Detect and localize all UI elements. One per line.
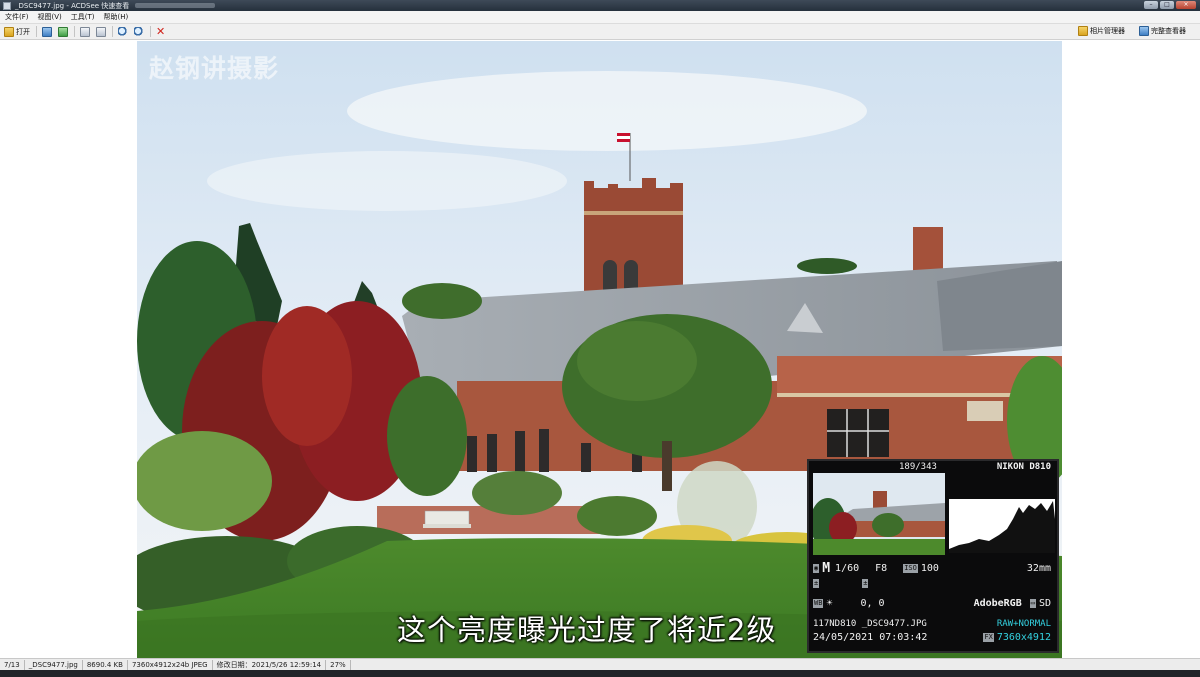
full-viewer-icon — [1139, 26, 1149, 36]
open-label: 打开 — [16, 27, 30, 36]
toolbar-right: 相片管理器 完整查看器 — [1078, 26, 1192, 36]
window-controls: – □ × — [1144, 1, 1196, 9]
file-row: 117ND810 _DSC9477.JPG RAW+NORMAL — [813, 619, 1051, 629]
flash-comp-icon: ± — [862, 579, 869, 588]
subtitle-caption: 这个亮度曝光过度了将近2级 — [397, 613, 777, 647]
zoom-out-button[interactable] — [134, 26, 144, 37]
menu-file[interactable]: 文件(F) — [5, 12, 29, 22]
menu-bar: 文件(F) 视图(V) 工具(T) 帮助(H) — [0, 11, 1200, 24]
photo-manager-label: 相片管理器 — [1090, 27, 1125, 35]
previous-icon — [42, 26, 52, 37]
image-index: 7/13 — [0, 659, 25, 670]
rotate-right-icon — [96, 26, 106, 37]
folder-file: 117ND810 _DSC9477.JPG — [813, 619, 927, 629]
white-balance-row: WB ☀ 0, 0 AdobeRGB ▭ SD — [813, 598, 1051, 609]
status-bar: 7/13 _DSC9477.jpg 8690.4 KB 7360x4912x24… — [0, 658, 1200, 670]
previous-button[interactable] — [42, 26, 52, 37]
open-button[interactable]: 打开 — [4, 26, 30, 37]
datetime-row: 24/05/2021 07:03:42 FX 7360x4912 — [813, 632, 1051, 643]
image-quality: RAW+NORMAL — [996, 619, 1051, 629]
status-modified: 修改日期：2021/5/26 12:59:14 — [213, 659, 327, 670]
minimize-button[interactable]: – — [1144, 1, 1158, 9]
exposure-mode: M — [822, 561, 831, 576]
wb-icon: WB — [813, 599, 824, 608]
iso-value: 100 — [920, 563, 939, 574]
rotate-right-button[interactable] — [96, 26, 106, 37]
capture-datetime: 24/05/2021 07:03:42 — [813, 632, 928, 643]
histogram — [949, 499, 1055, 553]
menu-view[interactable]: 视图(V) — [38, 12, 62, 22]
next-button[interactable] — [58, 26, 68, 37]
frame-counter: 189/343 — [899, 462, 937, 472]
zoom-out-icon — [134, 26, 144, 37]
delete-button[interactable]: ✕ — [156, 24, 166, 38]
title-extra — [135, 3, 216, 8]
status-zoom[interactable]: 27% — [326, 659, 351, 670]
photo-manager-button[interactable]: 相片管理器 — [1078, 26, 1125, 36]
card-icon: ▭ — [1029, 599, 1036, 608]
full-viewer-label: 完整查看器 — [1151, 27, 1186, 35]
next-icon — [58, 26, 68, 37]
folder-open-icon — [4, 26, 14, 37]
fx-label: FX — [983, 633, 994, 642]
card-slot: SD — [1038, 598, 1051, 609]
thumbnail-photo — [813, 473, 945, 555]
menu-tools[interactable]: 工具(T) — [71, 12, 95, 22]
zoom-in-button[interactable] — [118, 26, 128, 37]
status-filesize: 8690.4 KB — [83, 659, 128, 670]
shutter-speed: 1/60 — [835, 563, 860, 574]
exposure-row: ◉ M 1/60 F8 ISO 100 32mm — [813, 561, 1051, 576]
camera-model: NIKON D810 — [996, 462, 1051, 472]
title-bar: _DSC9477.jpg - ACDSee 快速查看 – □ × — [0, 0, 1200, 11]
preview-thumbnail — [813, 473, 945, 555]
image-resolution: 7360x4912 — [996, 632, 1051, 643]
toolbar: 打开 ✕ 相片管理器 完整查看器 — [0, 24, 1200, 40]
close-button[interactable]: × — [1176, 1, 1196, 9]
wb-adjust: 0, 0 — [860, 598, 885, 609]
delete-icon: ✕ — [156, 24, 166, 38]
app-icon — [3, 1, 11, 10]
focal-length: 32mm — [1026, 563, 1051, 574]
toolbar-separator — [36, 26, 37, 37]
zoom-in-icon — [118, 26, 128, 37]
watermark: 赵钢讲摄影 — [149, 54, 280, 83]
rotate-left-button[interactable] — [80, 26, 90, 37]
iso-label: ISO — [903, 564, 918, 573]
status-filename: _DSC9477.jpg — [25, 659, 83, 670]
camera-info-panel: 189/343 NIKON D810 ◉ M 1/60 F8 ISO 100 3… — [807, 459, 1059, 653]
compensation-row: ± ± — [813, 579, 1051, 588]
rotate-left-icon — [80, 26, 90, 37]
aperture: F8 — [875, 563, 888, 574]
image-viewer[interactable]: 赵钢讲摄影 这个亮度曝光过度了将近2级 189/343 NIKON D810 ◉… — [4, 41, 1196, 658]
taskbar-strip — [0, 670, 1200, 677]
photo-manager-icon — [1078, 26, 1088, 36]
histogram-graph — [949, 499, 1055, 553]
menu-help[interactable]: 帮助(H) — [104, 12, 129, 22]
window-title: _DSC9477.jpg - ACDSee 快速查看 — [15, 1, 130, 10]
full-viewer-button[interactable]: 完整查看器 — [1139, 26, 1186, 36]
metering-icon: ◉ — [813, 564, 820, 573]
toolbar-separator — [112, 26, 113, 37]
maximize-button[interactable]: □ — [1160, 1, 1174, 9]
status-dimensions: 7360x4912x24b JPEG — [128, 659, 213, 670]
toolbar-separator — [74, 26, 75, 37]
toolbar-separator — [150, 26, 151, 37]
exposure-comp-icon: ± — [813, 579, 820, 588]
color-space: AdobeRGB — [973, 598, 1022, 609]
sun-icon: ☀ — [826, 598, 833, 609]
